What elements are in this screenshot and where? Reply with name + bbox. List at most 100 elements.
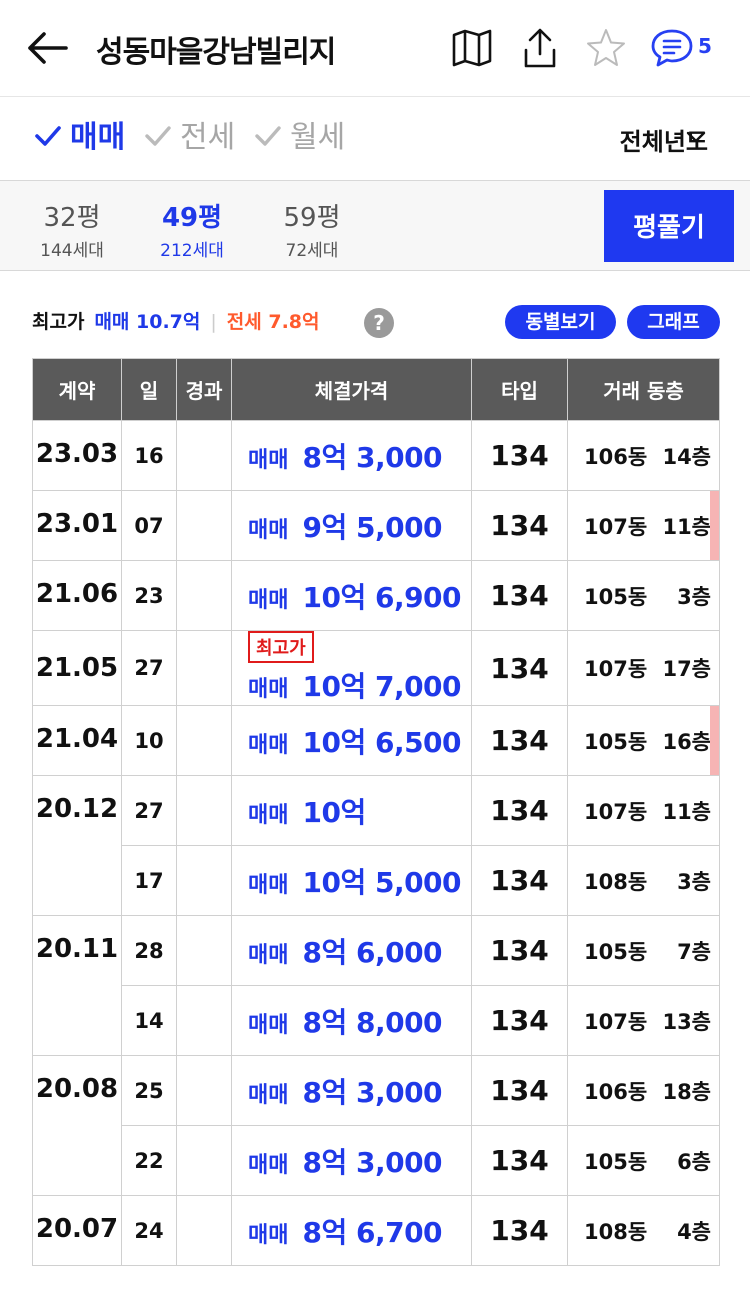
deal-price: 8억 8,000 [302,1005,443,1039]
help-icon[interactable]: ? [364,308,394,338]
table-row[interactable]: 20.11 28 매매 8억 6,000 134 105동 7층 [32,915,720,1056]
floor-no: 3층 [677,584,711,609]
map-icon[interactable] [450,26,494,70]
price-cell: 매매 8억 3,000 [231,420,472,491]
floor-no: 17층 [662,657,711,681]
deal-kind: 매매 [248,587,289,613]
back-arrow-icon[interactable] [22,24,72,72]
contract-month: 21.05 [32,630,122,706]
contract-month: 21.04 [32,705,122,776]
elapsed-cell [176,775,232,846]
unit-type: 134 [471,1125,568,1196]
size-option[interactable]: 32평 144세대 [22,197,122,261]
deal-price: 10억 6,900 [302,580,462,614]
table-header-row: 계약 일 경과 체결가격 타입 거래 동층 [32,358,720,421]
unit-type: 134 [471,985,568,1056]
star-icon[interactable] [584,26,628,70]
header-type: 타입 [471,358,568,421]
table-row[interactable]: 23.01 07 매매 9억 5,000 134 107동 11층 [32,490,720,561]
floor-no: 4층 [677,1219,711,1244]
floor-no: 16층 [662,729,711,754]
unfold-sizes-button[interactable]: 평풀기 [604,190,734,262]
building-no: 105동 [584,584,648,609]
elapsed-cell [176,420,232,491]
deal-kind: 매매 [248,732,289,758]
floor-no: 3층 [677,869,711,894]
deal-kind: 매매 [248,1152,289,1178]
contract-day: 16 [121,420,177,491]
tab-monthly-label: 월세 [290,120,346,155]
size-pyeong: 59평 [283,203,341,233]
header-elapsed: 경과 [176,358,232,421]
table-row[interactable]: 21.06 23 매매 10억 6,900 134 105동 3층 [32,560,720,631]
floor-no: 7층 [677,939,711,964]
tab-sale-label: 매매 [70,120,126,155]
header-price: 체결가격 [231,358,472,421]
table-row[interactable]: 20.07 24 매매 8억 6,700 134 108동 4층 [32,1195,720,1266]
elapsed-cell [176,560,232,631]
by-building-button[interactable]: 동별보기 [505,305,616,339]
elapsed-cell [176,490,232,561]
page-title: 성동마을강남빌리지 [96,35,336,70]
check-icon [255,126,281,146]
floor-no: 11층 [662,514,711,539]
chevron-down-icon[interactable] [686,130,706,144]
unit-cell: 106동 14층 [567,420,720,491]
contract-day: 23 [121,560,177,631]
elapsed-cell [176,915,232,986]
table-row[interactable]: 20.08 25 매매 8억 3,000 134 106동 18층 [32,1055,720,1196]
top-bar: 성동마을강남빌리지 5 [0,0,750,97]
table-row[interactable]: 14 매매 8억 8,000 134 107동 13층 [33,985,720,1056]
floor-no: 18층 [662,1079,711,1104]
unit-cell: 105동 16층 [567,705,720,776]
tab-sale[interactable]: 매매 [34,118,125,158]
table-row[interactable]: 17 매매 10억 5,000 134 108동 3층 [33,845,720,916]
tab-monthly[interactable]: 월세 [254,118,345,158]
building-no: 107동 [584,799,648,824]
deal-price: 9억 5,000 [302,510,443,544]
unit-cell: 108동 3층 [567,845,720,916]
price-cell: 매매 10억 6,500 [231,705,472,776]
price-cell: 매매 10억 6,900 [231,560,472,631]
table-row[interactable]: 20.12 27 매매 10억 134 107동 11층 [32,775,720,916]
floor-marker [710,491,719,560]
unit-cell: 107동 11층 [567,775,720,846]
deal-kind: 매매 [248,942,289,968]
table-row-max-price[interactable]: 21.05 27 최고가 매매 10억 7,000 134 107동 17층 [32,630,720,706]
check-icon [145,126,171,146]
unit-cell: 108동 4층 [567,1195,720,1266]
price-cell: 매매 10억 5,000 [231,845,472,916]
elapsed-cell [176,1055,232,1126]
size-households: 144세대 [40,241,104,261]
price-cell: 매매 10억 [231,775,472,846]
building-no: 107동 [584,657,648,681]
tab-jeonse[interactable]: 전세 [144,118,235,158]
unit-type: 134 [471,1195,568,1266]
contract-day: 24 [121,1195,177,1266]
size-option[interactable]: 59평 72세대 [262,197,362,261]
contract-day: 17 [121,845,177,916]
elapsed-cell [176,1195,232,1266]
table-row[interactable]: 22 매매 8억 3,000 134 105동 6층 [33,1125,720,1196]
building-no: 107동 [584,1009,648,1034]
floor-no: 14층 [662,444,711,469]
table-row[interactable]: 21.04 10 매매 10억 6,500 134 105동 16층 [32,705,720,776]
contract-month: 20.07 [32,1195,122,1266]
graph-button[interactable]: 그래프 [627,305,720,339]
contract-month: 20.11 [32,915,122,1056]
deal-price: 8억 3,000 [302,440,443,474]
share-icon[interactable] [518,26,562,70]
size-option-selected[interactable]: 49평 212세대 [142,197,242,261]
deal-price: 8억 6,700 [302,1215,443,1249]
deal-price: 10억 5,000 [302,865,462,899]
max-price-badge: 최고가 [248,631,314,663]
unit-cell: 107동 11층 [567,490,720,561]
comment-icon[interactable] [650,26,694,70]
deal-kind: 매매 [248,1012,289,1038]
table-body: 23.03 16 매매 8억 3,000 134 106동 14층 23.01 07… [32,420,720,1266]
summary-separator: | [210,311,217,333]
building-no: 108동 [584,869,648,894]
table-row[interactable]: 23.03 16 매매 8억 3,000 134 106동 14층 [32,420,720,491]
contract-day: 27 [121,775,177,846]
elapsed-cell [176,630,232,706]
